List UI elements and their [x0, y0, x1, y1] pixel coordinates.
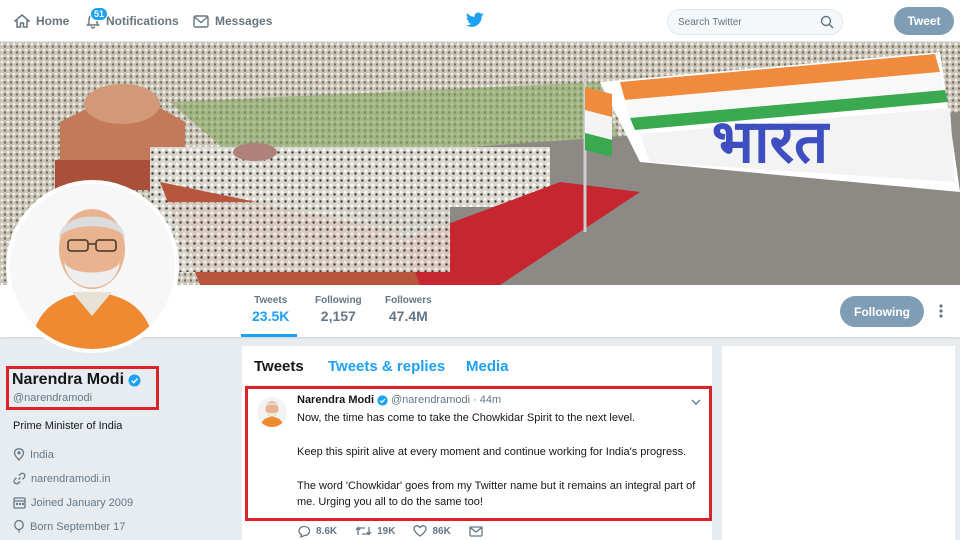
avatar-image	[10, 184, 175, 349]
compose-tweet-button[interactable]: Tweet	[894, 7, 954, 35]
retweet-icon	[355, 526, 372, 536]
reply-action[interactable]: 8.6K	[297, 525, 337, 538]
timeline-tabs: Tweets Tweets & replies Media	[242, 346, 712, 386]
tweet-actions: 8.6K 19K 86K	[297, 522, 506, 540]
banner-bharat-text: भारत	[712, 107, 830, 177]
profile-name-text: Narendra Modi	[12, 371, 125, 388]
active-stat-underline	[241, 334, 297, 337]
verified-badge-icon	[377, 394, 388, 406]
profile-bio: Prime Minister of India	[13, 420, 123, 432]
reply-count: 8.6K	[316, 525, 338, 537]
right-sidebar	[722, 346, 955, 540]
verified-badge-icon	[128, 373, 141, 387]
top-navigation: Home 51 Notifications Messages Tweet	[0, 0, 960, 42]
search-box[interactable]	[667, 9, 843, 35]
like-count: 86K	[432, 525, 451, 537]
profile-name[interactable]: Narendra Modi	[12, 371, 141, 389]
search-input[interactable]	[668, 10, 808, 34]
avatar-portrait	[10, 184, 175, 349]
home-icon	[14, 14, 30, 28]
stat-following[interactable]: Following 2,157	[315, 295, 362, 324]
tweet-author-name[interactable]: Narendra Modi	[297, 394, 374, 406]
tweet-avatar[interactable]	[257, 397, 287, 427]
profile-avatar[interactable]	[6, 180, 179, 353]
calendar-icon	[13, 497, 26, 509]
direct-message-action[interactable]	[469, 525, 488, 537]
profile-born: Born September 17	[13, 520, 125, 533]
profile-joined-text: Joined January 2009	[31, 496, 134, 509]
twitter-bird-icon[interactable]	[466, 12, 484, 28]
more-options-icon[interactable]	[938, 303, 944, 319]
envelope-icon	[469, 525, 483, 537]
retweet-count: 19K	[377, 525, 396, 537]
profile-website-text[interactable]: narendramodi.in	[31, 473, 111, 485]
stat-tweets-label: Tweets	[254, 295, 288, 306]
balloon-icon	[14, 520, 24, 533]
chevron-down-icon[interactable]	[690, 397, 702, 407]
stat-following-label: Following	[315, 295, 362, 306]
tweet-header: Narendra Modi @narendramodi · 44m	[297, 394, 501, 406]
stat-followers[interactable]: Followers 47.4M	[385, 295, 432, 324]
nav-home[interactable]: Home	[14, 0, 69, 42]
tab-tweets[interactable]: Tweets	[254, 358, 304, 375]
stat-following-value: 2,157	[320, 308, 356, 324]
notifications-count-badge: 51	[90, 7, 109, 21]
nav-notifications[interactable]: 51 Notifications	[86, 0, 179, 42]
profile-location: India	[13, 448, 54, 461]
reply-icon	[298, 525, 311, 538]
tab-tweets-and-replies[interactable]: Tweets & replies	[328, 358, 445, 375]
tweet-text-line-3: The word 'Chowkidar' goes from my Twitte…	[297, 480, 696, 508]
following-button[interactable]: Following	[840, 296, 924, 327]
tweet-avatar-portrait	[257, 397, 287, 427]
stat-followers-label: Followers	[385, 295, 432, 306]
tweet-text-line-1: Now, the time has come to take the Chowk…	[297, 412, 636, 424]
profile-website[interactable]: narendramodi.in	[13, 472, 111, 485]
tweet-separator-dot: ·	[473, 394, 477, 406]
stat-followers-value: 47.4M	[388, 308, 428, 324]
nav-home-label: Home	[36, 14, 70, 28]
profile-location-text: India	[30, 448, 54, 461]
tab-media[interactable]: Media	[466, 358, 509, 375]
link-icon	[13, 472, 26, 485]
profile-handle[interactable]: @narendramodi	[13, 392, 92, 404]
nav-notifications-label: Notifications	[106, 14, 179, 28]
profile-born-text: Born September 17	[30, 520, 126, 533]
heart-icon	[413, 525, 428, 537]
tweet-timestamp[interactable]: 44m	[480, 394, 501, 406]
profile-joined: Joined January 2009	[13, 496, 133, 509]
retweet-action[interactable]: 19K	[355, 525, 395, 537]
stat-tweets[interactable]: Tweets 23.5K	[252, 295, 289, 324]
nav-messages-label: Messages	[215, 14, 273, 28]
search-icon[interactable]	[820, 15, 834, 29]
location-pin-icon	[13, 448, 25, 461]
nav-messages[interactable]: Messages	[193, 0, 272, 42]
envelope-icon	[193, 14, 209, 28]
tweet-author-handle[interactable]: @narendramodi	[391, 394, 470, 406]
stat-tweets-value: 23.5K	[252, 308, 290, 324]
tweet-text-line-2: Keep this spirit alive at every moment a…	[297, 446, 687, 458]
like-action[interactable]: 86K	[413, 525, 451, 537]
